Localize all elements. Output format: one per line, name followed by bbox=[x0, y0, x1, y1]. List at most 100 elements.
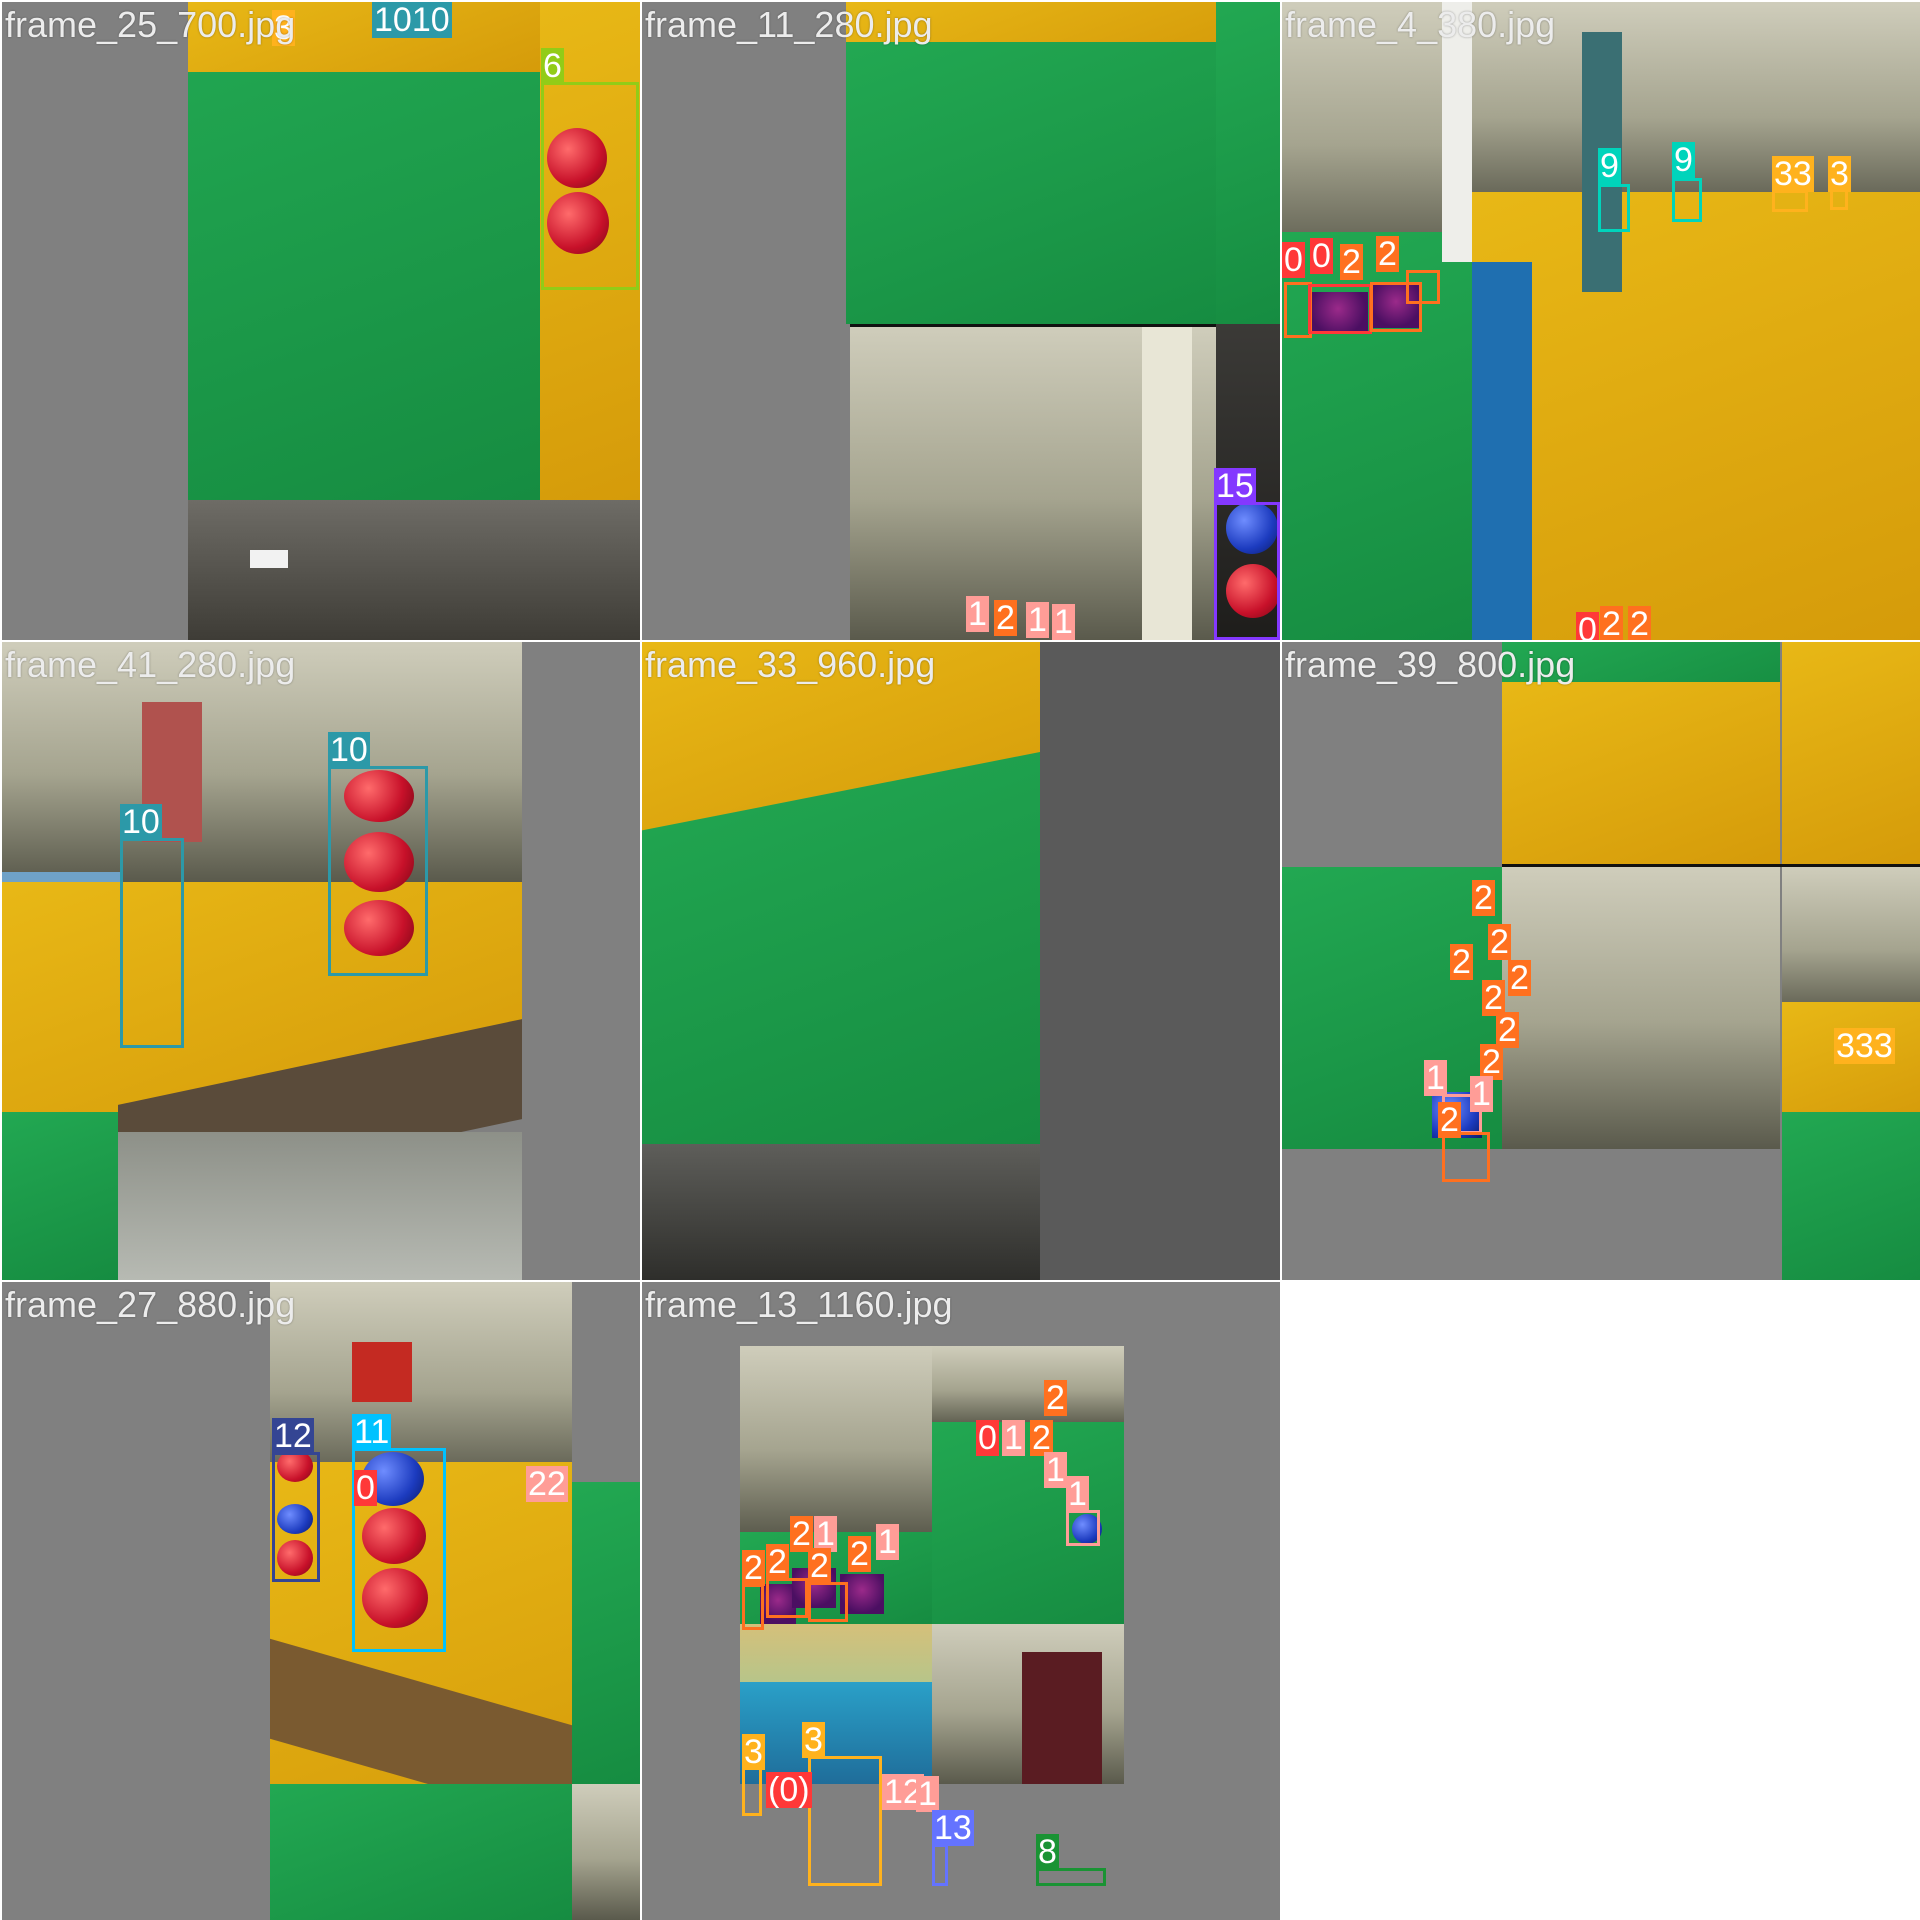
tile-filename: frame_27_880.jpg bbox=[5, 1284, 296, 1325]
detection-label: 15 bbox=[1214, 467, 1256, 505]
mosaic-tile-5: frame_33_960.jpg bbox=[642, 642, 1280, 1280]
detection-label: (0) bbox=[766, 1771, 812, 1809]
tile-filename: frame_33_960.jpg bbox=[645, 644, 936, 685]
detection-label: 1 bbox=[966, 595, 989, 633]
detection-label: 0 bbox=[976, 1419, 999, 1457]
blue-court-strip bbox=[1472, 262, 1532, 640]
detection-box bbox=[120, 838, 184, 1048]
detection-box bbox=[1672, 178, 1702, 222]
person bbox=[352, 1342, 412, 1402]
detection-label: 22 bbox=[526, 1465, 568, 1503]
detection-label: 2 bbox=[1340, 243, 1363, 281]
curtain bbox=[1022, 1652, 1102, 1784]
detection-label: 2 bbox=[808, 1547, 831, 1585]
floor-green bbox=[572, 1482, 640, 1784]
detection-label: 2 bbox=[1376, 235, 1399, 273]
detection-label: 1 bbox=[916, 1775, 939, 1813]
detection-label: 1 bbox=[876, 1523, 899, 1561]
detection-label: 8 bbox=[1036, 1833, 1059, 1871]
detection-box bbox=[808, 1582, 848, 1622]
detection-label: 33 bbox=[1772, 155, 1814, 193]
detection-label: 0 bbox=[1282, 241, 1305, 279]
detection-label: 10 bbox=[328, 731, 370, 769]
mosaic-tile-7: frame_27_880.jpg 12 11 0 22 bbox=[2, 1282, 640, 1920]
detection-label: 0 bbox=[1576, 612, 1599, 640]
detection-label: 13 bbox=[932, 1809, 974, 1847]
detection-label: 2 bbox=[1600, 605, 1623, 640]
ceiling-strip bbox=[188, 500, 640, 640]
detection-box bbox=[742, 1584, 764, 1630]
room-scene bbox=[740, 1346, 932, 1536]
room-scene bbox=[572, 1784, 640, 1920]
detection-box bbox=[1214, 502, 1280, 640]
detection-label: 6 bbox=[541, 47, 564, 85]
floor-green bbox=[1782, 1112, 1920, 1280]
detection-label: 2 bbox=[766, 1543, 789, 1581]
detection-label: 2 bbox=[1628, 605, 1651, 640]
detection-box bbox=[1598, 184, 1630, 232]
padding-right bbox=[1040, 642, 1280, 1280]
floor-green bbox=[2, 1112, 118, 1280]
detection-label: 10 bbox=[120, 803, 162, 841]
detection-box bbox=[1066, 1510, 1100, 1546]
floor-green bbox=[188, 2, 540, 500]
room-scene-right bbox=[1782, 867, 1920, 1017]
tile-filename: frame_41_280.jpg bbox=[5, 644, 296, 685]
mosaic-tile-8: frame_13_1160.jpg 0 1 2 2 1 1 2 1 2 2 2 … bbox=[642, 1282, 1280, 1920]
tile-filename: frame_13_1160.jpg bbox=[645, 1284, 953, 1325]
mosaic-tile-6: frame_39_800.jpg 2 2 2 2 2 2 2 1 1 2 333 bbox=[1282, 642, 1920, 1280]
detection-label: 3 bbox=[1828, 155, 1851, 193]
detection-label: 2 bbox=[742, 1549, 765, 1587]
detection-label: 1 bbox=[1066, 1475, 1089, 1513]
detection-label: 2 bbox=[1488, 923, 1511, 961]
detection-label: 1 bbox=[1026, 601, 1049, 639]
tile-filename: frame_4_380.jpg bbox=[1285, 4, 1556, 45]
floor-yellow bbox=[740, 1624, 932, 1684]
padding-right bbox=[522, 642, 640, 1280]
tile-filename: frame_25_700.jpg bbox=[5, 4, 296, 45]
detection-box bbox=[766, 1578, 808, 1618]
floor-green bbox=[270, 1784, 572, 1920]
detection-box bbox=[328, 766, 428, 976]
mosaic-tile-2: frame_11_280.jpg 1 2 1 1 15 bbox=[642, 2, 1280, 640]
detection-label: 2 bbox=[1508, 959, 1531, 997]
padding-bottom bbox=[1282, 1152, 1782, 1280]
detection-label: 2 bbox=[994, 599, 1017, 637]
detection-label: 2 bbox=[1472, 879, 1495, 917]
detection-box bbox=[932, 1844, 948, 1886]
floor-yellow bbox=[1502, 682, 1780, 864]
floor-yellow-right bbox=[1782, 642, 1920, 864]
floor-yellow bbox=[1472, 192, 1920, 640]
detection-label: 1 bbox=[1044, 1451, 1067, 1489]
detection-label: 3 bbox=[802, 1721, 825, 1759]
detection-label: 12 bbox=[272, 1417, 314, 1455]
detection-box bbox=[1442, 1132, 1490, 1182]
detection-label: 9 bbox=[1598, 147, 1621, 185]
detection-label: 9 bbox=[1672, 141, 1695, 179]
detection-box bbox=[808, 1756, 882, 1886]
detection-label: 3 bbox=[742, 1733, 765, 1771]
concrete-floor bbox=[118, 1132, 522, 1280]
detection-label: 1010 bbox=[372, 2, 452, 39]
detection-label: 1 bbox=[1470, 1075, 1493, 1113]
detection-label: 0 bbox=[354, 1469, 377, 1507]
floor-green bbox=[846, 42, 1216, 324]
mosaic-tile-1: frame_25_700.jpg 3 1010 6 bbox=[2, 2, 640, 640]
detection-label: 2 bbox=[1044, 1379, 1067, 1417]
tile-filename: frame_11_280.jpg bbox=[645, 4, 933, 45]
detection-label: 1 bbox=[1052, 603, 1075, 640]
detection-label: 2 bbox=[1450, 943, 1473, 981]
detection-label: 1 bbox=[1424, 1059, 1447, 1097]
room-scene bbox=[1502, 867, 1780, 1149]
detection-label: 1 bbox=[1002, 1419, 1025, 1457]
detection-box bbox=[1772, 190, 1808, 212]
tile-filename: frame_39_800.jpg bbox=[1285, 644, 1576, 685]
detection-label: 11 bbox=[352, 1413, 392, 1451]
mosaic-tile-4: frame_41_280.jpg 10 10 bbox=[2, 642, 640, 1280]
detection-box bbox=[541, 82, 639, 290]
detection-box bbox=[1406, 270, 1440, 304]
pillar bbox=[1142, 327, 1192, 640]
mosaic-tile-3: frame_4_380.jpg 0 0 2 2 9 9 33 3 0 2 2 bbox=[1282, 2, 1920, 640]
ceiling-light bbox=[250, 550, 288, 568]
detection-box bbox=[1308, 284, 1372, 334]
